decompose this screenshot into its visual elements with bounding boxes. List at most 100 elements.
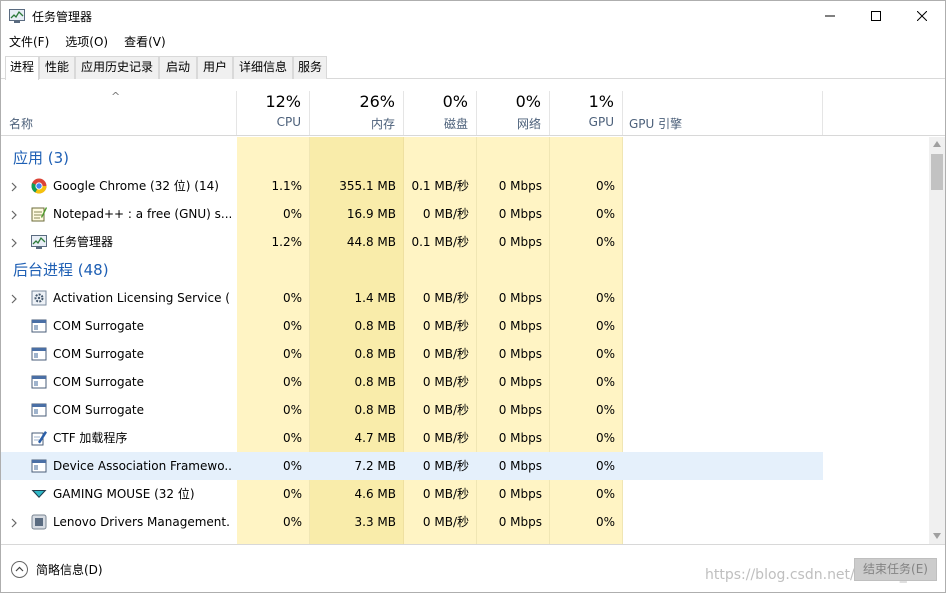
process-row[interactable]: Device Association Framewo... 0% 7.2 MB 0 M… — [1, 452, 929, 480]
process-disk-value: 0 MB/秒 — [422, 347, 469, 361]
header-gpu[interactable]: 1% GPU — [550, 91, 623, 135]
process-gpu-value: 0% — [595, 347, 615, 361]
tab-startup[interactable]: 启动 — [159, 56, 197, 79]
chevron-right-icon[interactable] — [10, 209, 18, 220]
process-disk-value: 0 MB/秒 — [422, 207, 469, 221]
header-network[interactable]: 0% 网络 — [477, 91, 550, 135]
process-net-value: 0 Mbps — [498, 207, 542, 221]
group-header: 后台进程 (48) — [1, 256, 929, 284]
process-mem-value: 355.1 MB — [339, 179, 396, 193]
end-task-button[interactable]: 结束任务(E) — [854, 558, 937, 581]
window-icon — [31, 374, 47, 390]
window-icon — [31, 402, 47, 418]
process-disk-value: 0.1 MB/秒 — [411, 179, 469, 193]
process-net-value: 0 Mbps — [498, 319, 542, 333]
process-name: COM Surrogate — [53, 347, 145, 361]
process-row[interactable]: CTF 加载程序 0% 4.7 MB 0 MB/秒 0 Mbps 0% — [1, 424, 929, 452]
group-title: 应用 (3) — [13, 149, 70, 167]
column-header: ^ 名称 12% CPU 26% 内存 0% 磁盘 0% 网络 1% GPU G… — [1, 90, 945, 136]
process-disk-value: 0 MB/秒 — [422, 291, 469, 305]
process-gpu-value: 0% — [595, 235, 615, 249]
header-name[interactable]: ^ 名称 — [1, 90, 237, 135]
process-gpu-value: 0% — [595, 459, 615, 473]
header-memory[interactable]: 26% 内存 — [310, 91, 404, 135]
scroll-down-icon[interactable] — [933, 533, 941, 539]
process-cpu-value: 1.2% — [271, 235, 303, 249]
process-gpu-value: 0% — [595, 179, 615, 193]
menu-view[interactable]: 查看(V) — [116, 32, 174, 52]
vertical-scrollbar[interactable] — [929, 137, 945, 544]
process-row[interactable]: COM Surrogate 0% 0.8 MB 0 MB/秒 0 Mbps 0% — [1, 368, 929, 396]
process-disk-value: 0 MB/秒 — [422, 459, 469, 473]
process-net-value: 0 Mbps — [498, 291, 542, 305]
process-name: COM Surrogate — [53, 403, 145, 417]
header-gpu-engine-label: GPU 引擎 — [629, 117, 683, 131]
process-net-value: 0 Mbps — [498, 515, 542, 529]
process-mem-value: 4.6 MB — [354, 487, 396, 501]
process-row[interactable]: Activation Licensing Service (... 0% 1.4 M… — [1, 284, 929, 312]
menu-bar: 文件(F) 选项(O) 查看(V) — [1, 32, 174, 52]
collapse-details-icon[interactable] — [11, 561, 28, 578]
process-disk-value: 0 MB/秒 — [422, 403, 469, 417]
menu-options[interactable]: 选项(O) — [57, 32, 116, 52]
chevron-right-icon[interactable] — [10, 181, 18, 192]
process-row[interactable]: COM Surrogate 0% 0.8 MB 0 MB/秒 0 Mbps 0% — [1, 312, 929, 340]
process-mem-value: 0.8 MB — [354, 347, 396, 361]
process-cpu-value: 0% — [282, 319, 302, 333]
header-disk[interactable]: 0% 磁盘 — [404, 91, 477, 135]
minimize-button[interactable] — [807, 1, 853, 31]
less-details-link[interactable]: 简略信息(D) — [36, 561, 103, 578]
tab-users[interactable]: 用户 — [197, 56, 233, 79]
gaming-mouse-icon — [31, 486, 47, 502]
process-mem-value: 0.8 MB — [354, 375, 396, 389]
maximize-button[interactable] — [853, 1, 899, 31]
process-name: Activation Licensing Service (... — [53, 291, 231, 305]
process-name: CTF 加载程序 — [53, 431, 128, 445]
scrollbar-thumb[interactable] — [931, 154, 943, 190]
close-button[interactable] — [899, 1, 945, 31]
process-cpu-value: 0% — [282, 431, 302, 445]
header-gpu-engine[interactable]: GPU 引擎 — [623, 91, 823, 135]
header-network-label: 网络 — [516, 117, 541, 131]
process-name: Notepad++ : a free (GNU) s... — [53, 207, 231, 221]
process-gpu-value: 0% — [595, 207, 615, 221]
process-disk-value: 0 MB/秒 — [422, 431, 469, 445]
header-disk-label: 磁盘 — [443, 117, 468, 131]
window-icon — [31, 458, 47, 474]
menu-file[interactable]: 文件(F) — [1, 32, 57, 52]
task-manager-app-icon — [9, 9, 25, 23]
process-row[interactable]: GAMING MOUSE (32 位) 0% 4.6 MB 0 MB/秒 0 Mbps 0… — [1, 480, 929, 508]
process-row[interactable]: Google Chrome (32 位) (14) 1.1% 355.1 MB 0.1… — [1, 172, 929, 200]
process-net-value: 0 Mbps — [498, 235, 542, 249]
process-mem-value: 44.8 MB — [346, 235, 396, 249]
tab-details[interactable]: 详细信息 — [233, 56, 293, 79]
process-cpu-value: 0% — [282, 515, 302, 529]
process-name: 任务管理器 — [53, 235, 114, 249]
task-manager-window: 任务管理器 文件(F) 选项(O) 查看(V) 进程 性能 应用历史记录 启动 … — [0, 0, 946, 593]
close-icon — [917, 11, 927, 21]
process-row[interactable]: COM Surrogate 0% 0.8 MB 0 MB/秒 0 Mbps 0% — [1, 340, 929, 368]
header-name-label: 名称 — [9, 117, 34, 131]
tab-services[interactable]: 服务 — [293, 56, 327, 79]
process-row[interactable]: COM Surrogate 0% 0.8 MB 0 MB/秒 0 Mbps 0% — [1, 396, 929, 424]
process-net-value: 0 Mbps — [498, 179, 542, 193]
process-gpu-value: 0% — [595, 515, 615, 529]
tab-app-history[interactable]: 应用历史记录 — [75, 56, 159, 79]
process-row[interactable]: 任务管理器 1.2% 44.8 MB 0.1 MB/秒 0 Mbps 0% — [1, 228, 929, 256]
process-list: 应用 (3) Google Chrome (32 位) (14) 1.1% 355.1… — [1, 137, 929, 544]
chevron-right-icon[interactable] — [10, 517, 18, 528]
process-name: Device Association Framewo... — [53, 459, 231, 473]
process-row[interactable]: Notepad++ : a free (GNU) s... 0% 16.9 MB 0 … — [1, 200, 929, 228]
process-name: GAMING MOUSE (32 位) — [53, 487, 195, 501]
process-row[interactable]: Lenovo Drivers Management... 0% 3.3 MB 0 MB… — [1, 508, 929, 536]
scroll-up-icon[interactable] — [933, 141, 941, 147]
chevron-right-icon[interactable] — [10, 237, 18, 248]
header-cpu[interactable]: 12% CPU — [237, 91, 310, 135]
header-cpu-label: CPU — [276, 115, 301, 129]
process-name: Lenovo Drivers Management... — [53, 515, 231, 529]
tab-performance[interactable]: 性能 — [39, 56, 75, 79]
tab-processes[interactable]: 进程 — [5, 56, 39, 80]
chevron-right-icon[interactable] — [10, 293, 18, 304]
footer: 简略信息(D) https://blog.csdn.net/weixin_...… — [1, 544, 945, 593]
lenovo-icon — [31, 514, 47, 530]
